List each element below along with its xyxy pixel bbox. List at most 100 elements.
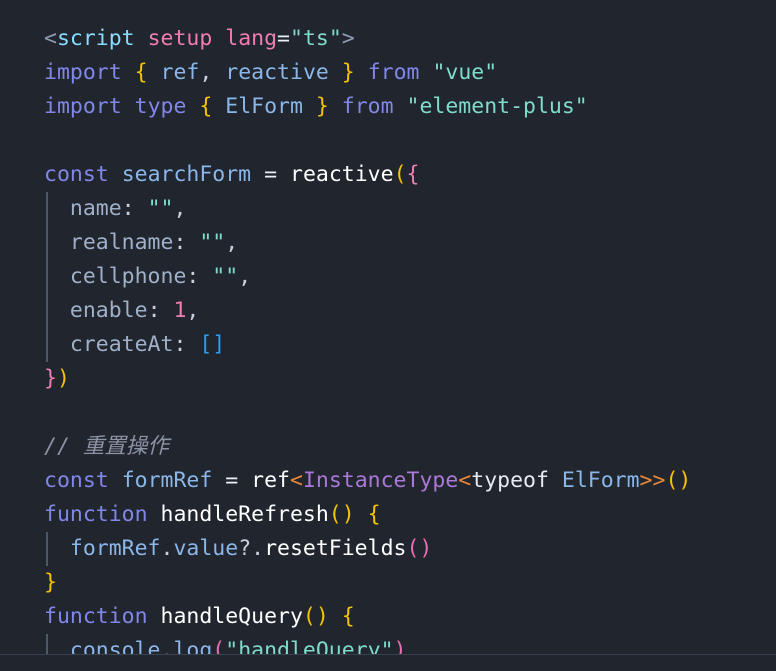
code-token: ,: [173, 196, 187, 221]
code-token: (): [328, 502, 355, 527]
code-token: setup: [147, 26, 213, 51]
indent-guide: [46, 192, 48, 226]
code-token: import: [44, 94, 122, 119]
code-token: InstanceType: [302, 468, 459, 493]
code-token: ElForm: [225, 94, 303, 119]
code-token: function: [44, 604, 148, 629]
code-token: ,: [225, 230, 239, 255]
code-token: const: [44, 162, 109, 187]
code-token: realname: [69, 230, 174, 255]
code-token: }: [341, 60, 355, 85]
indent-guide: [46, 532, 48, 566]
code-line[interactable]: cellphone: "",: [0, 260, 776, 294]
code-token: reactive: [225, 60, 329, 85]
code-line[interactable]: realname: "",: [0, 226, 776, 260]
code-line[interactable]: import type { ElForm } from "element-plu…: [0, 90, 776, 124]
code-token: const: [44, 468, 109, 493]
code-token: <: [458, 468, 472, 493]
code-line[interactable]: function handleQuery() {: [0, 600, 776, 634]
code-token: "": [147, 196, 174, 221]
code-token: (): [665, 468, 692, 493]
code-token: }: [44, 570, 57, 595]
code-token: ref: [160, 60, 200, 85]
code-token: import: [44, 60, 122, 85]
code-line[interactable]: function handleRefresh() {: [0, 498, 776, 532]
code-line[interactable]: const formRef = ref<InstanceType<typeof …: [0, 464, 776, 498]
code-token: :: [147, 298, 161, 323]
code-token: script: [56, 26, 135, 51]
code-token: {: [199, 94, 213, 119]
code-line[interactable]: formRef.value?.resetFields(): [0, 532, 776, 566]
code-line[interactable]: createAt: []: [0, 328, 776, 362]
indent-guide: [46, 294, 48, 328]
code-token: >: [341, 26, 355, 51]
indent-guide: [46, 260, 48, 294]
code-token: (: [393, 162, 407, 187]
code-token: handleQuery: [160, 604, 303, 629]
code-token: // 重置操作: [44, 434, 169, 459]
code-line[interactable]: }): [0, 362, 776, 396]
code-token: >>: [639, 468, 666, 493]
code-line[interactable]: }: [0, 566, 776, 600]
code-token: "element-plus": [406, 94, 588, 119]
code-token: }: [315, 94, 329, 119]
code-token: ,: [238, 264, 252, 289]
code-token: (): [302, 604, 329, 629]
code-token: formRef: [121, 468, 213, 493]
code-line[interactable]: [0, 396, 776, 430]
code-editor-viewport[interactable]: <script setup lang="ts"> import { ref, re…: [0, 0, 776, 671]
code-token: type: [134, 94, 187, 119]
code-token: searchForm: [121, 162, 252, 187]
code-token: }: [44, 366, 57, 391]
code-token: .: [160, 536, 174, 561]
code-line[interactable]: // 重置操作: [0, 430, 776, 464]
code-line[interactable]: name: "",: [0, 192, 776, 226]
code-token: <: [44, 26, 57, 51]
code-token: =: [225, 468, 239, 493]
code-token: {: [134, 60, 148, 85]
code-token: =: [264, 162, 278, 187]
code-token: {: [341, 604, 355, 629]
code-line[interactable]: enable: 1,: [0, 294, 776, 328]
code-token: "vue": [432, 60, 498, 85]
code-token: 1: [173, 298, 187, 323]
code-line[interactable]: [0, 124, 776, 158]
code-token: createAt: [69, 332, 174, 357]
code-line[interactable]: const searchForm = reactive({: [0, 158, 776, 192]
code-token: typeof: [471, 468, 549, 493]
code-token: ref: [251, 468, 290, 493]
code-token: lang: [225, 26, 278, 51]
code-token: enable: [69, 298, 148, 323]
code-token: handleRefresh: [160, 502, 329, 527]
code-lines-container[interactable]: <script setup lang="ts"> import { ref, re…: [0, 22, 776, 668]
code-token: "ts": [290, 26, 342, 51]
code-line[interactable]: <script setup lang="ts">: [0, 22, 776, 56]
code-token: formRef: [69, 536, 161, 561]
code-line[interactable]: import { ref, reactive } from "vue": [0, 56, 776, 90]
code-token: :: [186, 264, 200, 289]
code-token: {: [367, 502, 381, 527]
